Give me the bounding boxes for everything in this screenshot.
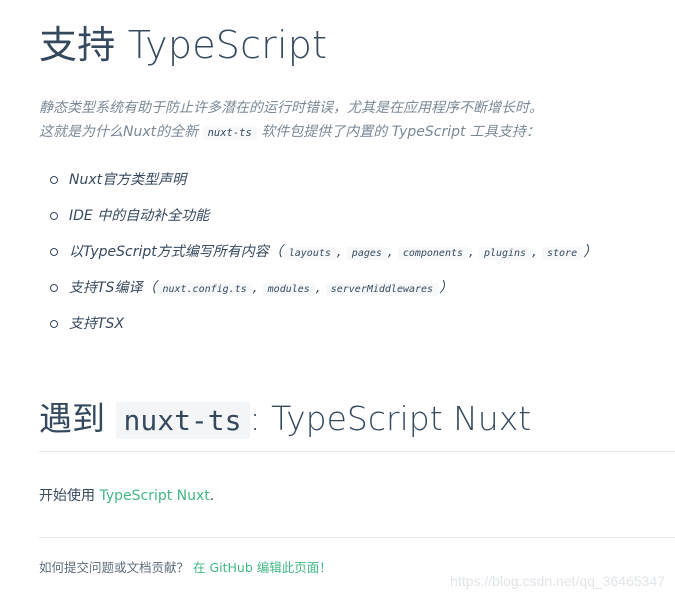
paren-close: ） bbox=[583, 244, 598, 260]
list-item: IDE 中的自动补全功能 bbox=[39, 201, 597, 237]
code-components: components bbox=[397, 247, 469, 260]
bullet-icon bbox=[50, 248, 58, 256]
code-store: store bbox=[542, 247, 583, 260]
feature-text: 支持TSX bbox=[69, 316, 125, 332]
edit-on-github-link[interactable]: 在 GitHub 编辑此页面！ bbox=[193, 560, 332, 575]
paren-open: （ bbox=[142, 280, 157, 296]
code-plugins: plugins bbox=[478, 247, 532, 260]
typescript-nuxt-link[interactable]: TypeScript Nuxt bbox=[99, 488, 209, 504]
code-server-middlewares: serverMiddlewares bbox=[325, 283, 439, 296]
page-title: 支持 TypeScript bbox=[39, 14, 327, 69]
intro-paragraph: 静态类型系统有助于防止许多潜在的运行时错误，尤其是在应用程序不断增长时。 这就是… bbox=[39, 96, 675, 145]
watermark: https://blog.csdn.net/qq_36465347 bbox=[450, 573, 665, 589]
page-title-en: TypeScript bbox=[127, 23, 328, 67]
code-pages: pages bbox=[346, 247, 387, 260]
code-layouts: layouts bbox=[283, 247, 336, 260]
divider bbox=[39, 537, 675, 538]
paren-open: （ bbox=[268, 244, 283, 260]
feature-text: 支持TS编译 bbox=[69, 280, 143, 296]
intro-line-2-after: 软件包提供了内置的 TypeScript 工具支持： bbox=[261, 124, 540, 140]
divider bbox=[39, 451, 675, 452]
bullet-icon bbox=[50, 212, 58, 220]
code-modules: modules bbox=[262, 283, 315, 296]
get-started-label: 开始使用 bbox=[39, 488, 95, 504]
intro-line-2: 这就是为什么Nuxt的全新 nuxt-ts 软件包提供了内置的 TypeScri… bbox=[39, 120, 675, 145]
section-heading: 遇到 nuxt-ts: TypeScript Nuxt bbox=[39, 392, 675, 440]
nuxt-ts-code: nuxt-ts bbox=[202, 126, 257, 140]
bullet-icon bbox=[50, 176, 58, 184]
feature-text: 以TypeScript方式编写所有内容 bbox=[69, 244, 269, 260]
feature-list: Nuxt官方类型声明 IDE 中的自动补全功能 以TypeScript方式编写所… bbox=[39, 165, 597, 345]
list-item: 支持TSX bbox=[39, 309, 597, 345]
get-started-period: . bbox=[209, 488, 215, 504]
bullet-icon bbox=[50, 284, 58, 292]
get-started-text: 开始使用 TypeScript Nuxt. bbox=[39, 485, 214, 505]
code-nuxt-config: nuxt.config.ts bbox=[157, 283, 252, 296]
intro-line-2-before: 这就是为什么Nuxt的全新 bbox=[39, 124, 199, 140]
list-item: Nuxt官方类型声明 bbox=[39, 165, 597, 201]
bullet-icon bbox=[50, 320, 58, 328]
list-item: 支持TS编译（ nuxt.config.ts, modules, serverMi… bbox=[39, 273, 597, 309]
intro-line-1: 静态类型系统有助于防止许多潜在的运行时错误，尤其是在应用程序不断增长时。 bbox=[39, 100, 543, 116]
page-title-cn: 支持 bbox=[39, 23, 116, 67]
feature-text: Nuxt官方类型声明 bbox=[69, 172, 187, 188]
list-item: 以TypeScript方式编写所有内容（ layouts, pages, comp… bbox=[39, 237, 597, 273]
paren-close: ） bbox=[439, 280, 454, 296]
feature-text: IDE 中的自动补全功能 bbox=[69, 208, 210, 224]
contribute-footer: 如何提交问题或文档贡献？ 在 GitHub 编辑此页面！ bbox=[39, 557, 332, 576]
contribute-question: 如何提交问题或文档贡献？ bbox=[39, 560, 190, 575]
section-heading-cn: 遇到 bbox=[39, 399, 105, 438]
section-heading-suffix: : TypeScript Nuxt bbox=[249, 399, 532, 438]
section-heading-code: nuxt-ts bbox=[115, 402, 250, 439]
